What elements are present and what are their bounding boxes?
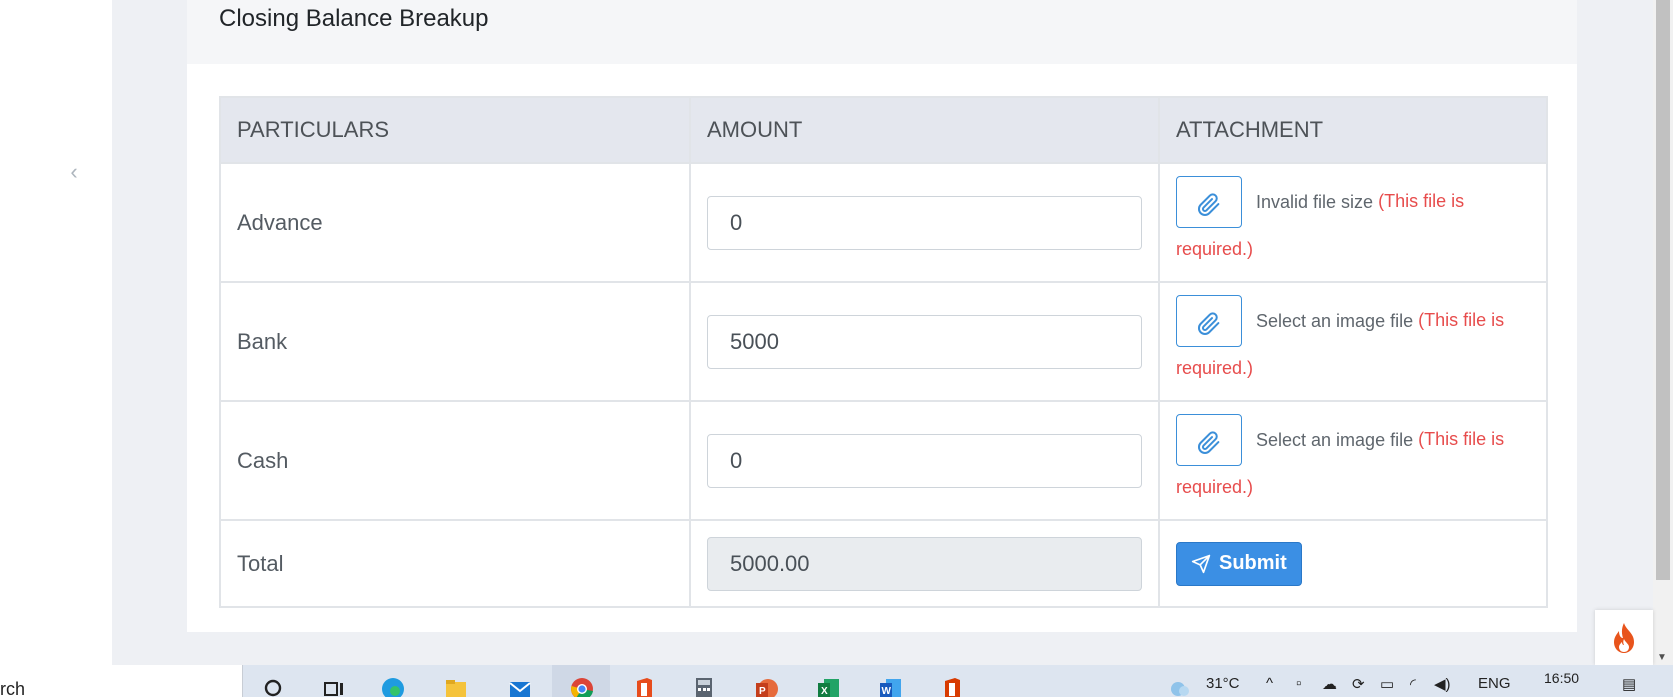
scrollbar-thumb[interactable] xyxy=(1656,0,1670,580)
particular-label: Cash xyxy=(219,400,691,522)
taskbar-search-box[interactable]: rch xyxy=(0,665,243,697)
paperclip-icon xyxy=(1198,192,1220,216)
submit-button[interactable]: Submit xyxy=(1176,541,1302,586)
task-view-icon[interactable] xyxy=(322,677,346,697)
file-explorer-icon[interactable] xyxy=(444,677,468,697)
table-row-advance: Advance Invalid file size (This file is … xyxy=(219,161,1548,284)
table-header-row: PARTICULARS AMOUNT ATTACHMENT xyxy=(219,96,1548,164)
amount-cell xyxy=(689,400,1160,522)
particular-label: Bank xyxy=(219,281,691,403)
attach-file-button[interactable] xyxy=(1176,175,1242,228)
card-header: Closing Balance Breakup xyxy=(187,0,1577,64)
sync-icon[interactable]: ⟳ xyxy=(1352,675,1365,693)
weather-icon xyxy=(1171,682,1189,696)
total-amount-input xyxy=(707,536,1142,591)
attachment-cell: Select an image file (This file is requi… xyxy=(1158,281,1548,403)
total-label: Total xyxy=(219,519,691,608)
onedrive-icon[interactable]: ☁ xyxy=(1322,675,1337,693)
table-row-cash: Cash Select an image file (This file is … xyxy=(219,400,1548,522)
weather-temperature: 31°C xyxy=(1206,675,1240,692)
chevron-up-icon[interactable]: ^ xyxy=(1266,675,1273,692)
wifi-icon[interactable]: ◜ xyxy=(1410,675,1416,693)
excel-icon[interactable]: X xyxy=(816,677,840,697)
svg-text:X: X xyxy=(821,686,828,697)
amount-cell xyxy=(689,281,1160,403)
camera-icon: ▫ xyxy=(1296,675,1302,692)
amount-cell xyxy=(689,519,1160,608)
attach-file-button[interactable] xyxy=(1176,294,1242,347)
paper-plane-icon xyxy=(1191,554,1211,573)
paperclip-icon xyxy=(1198,312,1220,335)
file-status-text: Invalid file size xyxy=(1256,191,1374,212)
vertical-scrollbar[interactable]: ▼ xyxy=(1653,0,1673,665)
taskbar: rch P X W 31°C ^ ▫ ☁ ⟳ ▭ ◜ ◀) ENG 16:50 … xyxy=(0,665,1673,697)
table-row-total: Total Submit xyxy=(219,519,1548,608)
sidebar: ‹ xyxy=(0,0,112,665)
cash-amount-input[interactable] xyxy=(707,433,1142,488)
fire-badge[interactable] xyxy=(1595,610,1653,665)
attachment-cell: Invalid file size (This file is required… xyxy=(1158,161,1548,284)
advance-amount-input[interactable] xyxy=(707,195,1142,250)
bank-amount-input[interactable] xyxy=(707,314,1142,369)
chevron-left-icon[interactable]: ‹ xyxy=(64,160,84,184)
attachment-cell: Select an image file (This file is requi… xyxy=(1158,400,1548,522)
table-row-bank: Bank Select an image file (This file is … xyxy=(219,281,1548,403)
svg-text:W: W xyxy=(882,686,892,697)
column-header-particulars: PARTICULARS xyxy=(219,96,691,164)
page-title: Closing Balance Breakup xyxy=(219,5,489,32)
submit-label: Submit xyxy=(1219,552,1287,575)
submit-cell: Submit xyxy=(1158,519,1548,608)
volume-icon[interactable]: ◀) xyxy=(1434,675,1451,693)
office-icon[interactable] xyxy=(940,677,964,697)
powerpoint-icon[interactable]: P xyxy=(754,677,778,697)
word-icon[interactable]: W xyxy=(878,677,902,697)
mail-icon[interactable] xyxy=(508,677,532,697)
clock-time[interactable]: 16:50 xyxy=(1544,670,1579,686)
chrome-icon[interactable] xyxy=(570,677,594,697)
language-indicator[interactable]: ENG xyxy=(1478,675,1511,692)
scroll-down-icon[interactable]: ▼ xyxy=(1657,652,1667,663)
svg-text:P: P xyxy=(759,686,766,697)
particular-label: Advance xyxy=(219,161,691,284)
breakup-table: PARTICULARS AMOUNT ATTACHMENT Advance In… xyxy=(219,96,1548,608)
taskbar-search-text: rch xyxy=(0,679,26,697)
attach-file-button[interactable] xyxy=(1176,413,1242,466)
edge-icon[interactable] xyxy=(381,677,405,697)
column-header-attachment: ATTACHMENT xyxy=(1158,96,1548,164)
fire-icon xyxy=(1614,622,1634,653)
file-status-text: Select an image file xyxy=(1256,429,1414,450)
notification-icon[interactable]: ▤ xyxy=(1622,675,1636,693)
paperclip-icon xyxy=(1198,431,1220,454)
file-status-text: Select an image file xyxy=(1256,310,1414,331)
battery-icon: ▭ xyxy=(1380,676,1395,693)
amount-cell xyxy=(689,161,1160,284)
calculator-icon[interactable] xyxy=(692,677,716,697)
search-icon[interactable] xyxy=(262,677,286,697)
office-icon[interactable] xyxy=(632,677,656,697)
column-header-amount: AMOUNT xyxy=(689,96,1160,164)
